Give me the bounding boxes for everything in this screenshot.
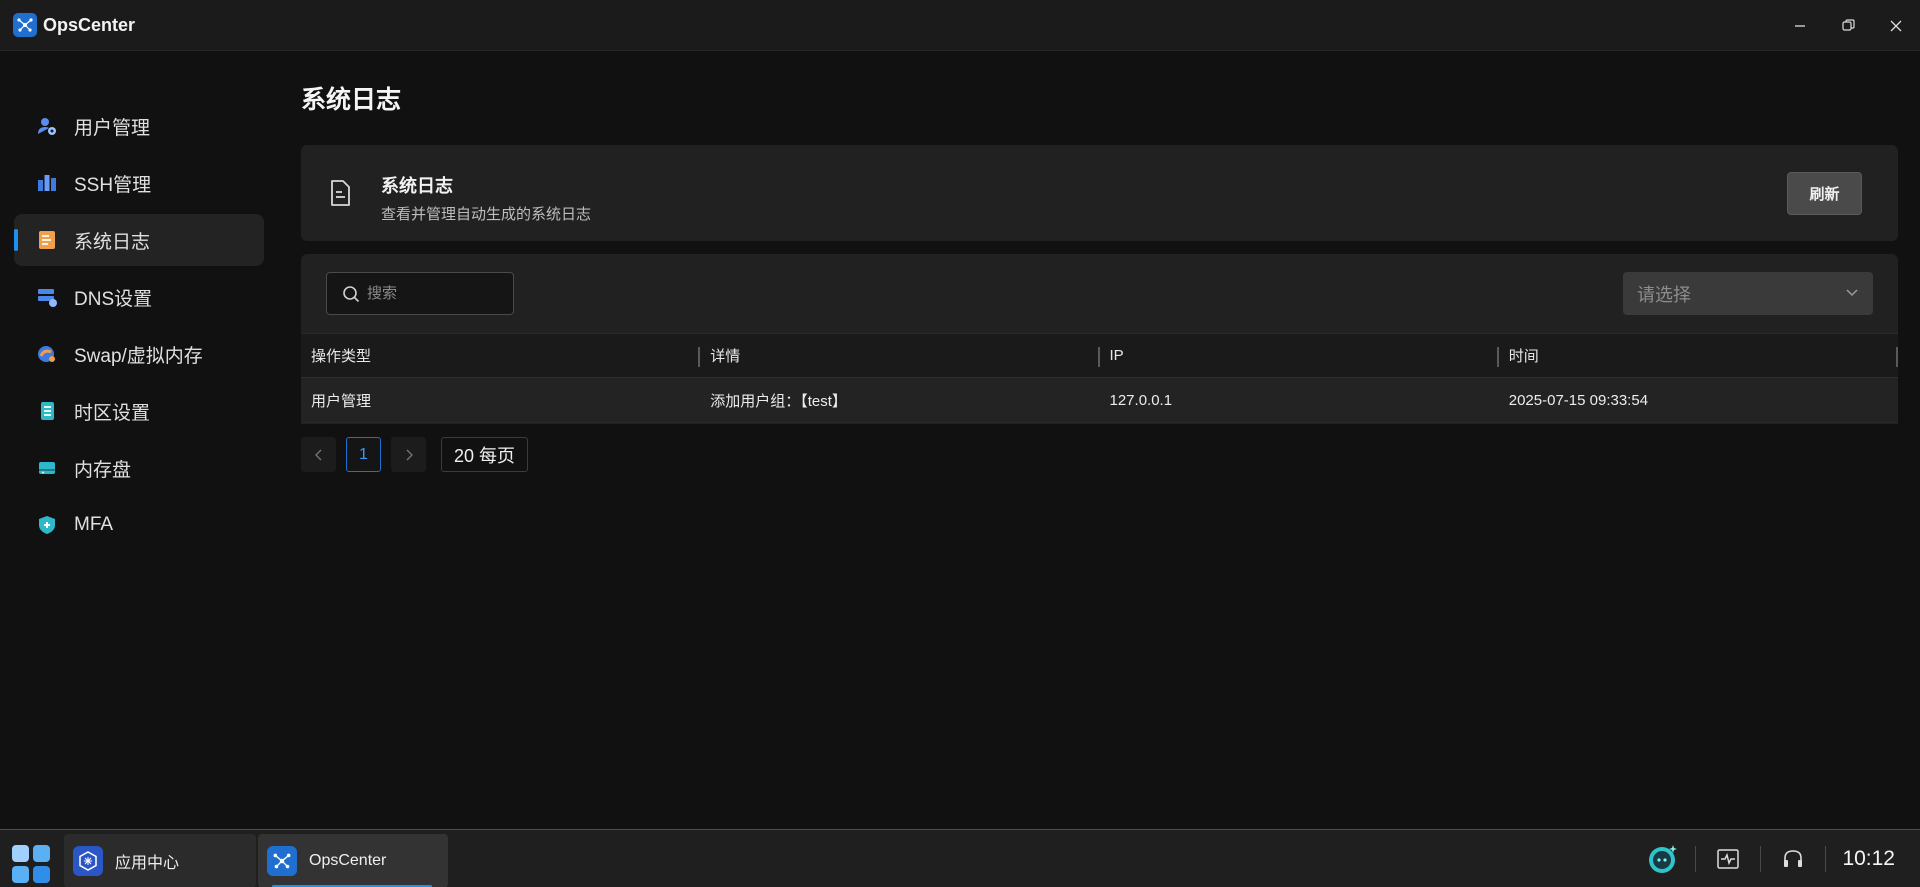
select-placeholder: 请选择 <box>1637 284 1691 305</box>
page-button-current[interactable]: 1 <box>346 437 381 472</box>
search-box[interactable] <box>326 272 514 315</box>
sidebar-item-label: Swap/虚拟内存 <box>74 345 203 367</box>
restore-button[interactable] <box>1824 0 1872 51</box>
dns-server-icon <box>36 286 58 308</box>
sidebar: 用户管理 SSH管理 系统日志 DNS设置 Swap/虚拟内存 时区设置 内存盘… <box>0 51 278 829</box>
taskbar-app-label: 应用中心 <box>115 855 180 872</box>
server-bars-icon <box>36 172 58 194</box>
taskbar: 应用中心 OpsCenter 10:12 <box>0 829 1920 887</box>
minimize-icon <box>1795 24 1805 27</box>
info-card: 系统日志 查看并管理自动生成的系统日志 刷新 <box>301 145 1898 241</box>
column-header-details[interactable]: 详情 <box>700 334 1100 377</box>
cell-time: 2025-07-15 09:33:54 <box>1508 391 1649 409</box>
timezone-icon <box>36 400 58 422</box>
start-menu-button[interactable] <box>12 845 50 883</box>
app-center-icon <box>73 846 103 876</box>
sidebar-item-label: 内存盘 <box>74 459 132 481</box>
prev-page-button[interactable] <box>301 437 336 472</box>
card-title: 系统日志 <box>381 176 453 196</box>
opscenter-icon <box>267 846 297 876</box>
assistant-robot-icon[interactable] <box>1643 839 1683 879</box>
card-description: 查看并管理自动生成的系统日志 <box>381 206 592 223</box>
title-bar: OpsCenter <box>0 0 1920 51</box>
system-tray: 10:12 <box>1637 830 1920 887</box>
sidebar-item-label: 时区设置 <box>74 402 151 424</box>
table-row[interactable]: 用户管理 添加用户组：【test】 127.0.0.1 2025-07-15 0… <box>301 378 1898 423</box>
page-title: 系统日志 <box>301 86 402 114</box>
document-icon <box>325 178 355 208</box>
sidebar-item-swap[interactable]: Swap/虚拟内存 <box>14 328 264 380</box>
next-page-button[interactable] <box>391 437 426 472</box>
column-header-time[interactable]: 时间 <box>1499 334 1899 377</box>
sidebar-item-label: MFA <box>74 514 114 535</box>
column-header-ip[interactable]: IP <box>1100 334 1500 377</box>
tray-divider <box>1825 846 1827 872</box>
search-input[interactable] <box>367 285 507 302</box>
filter-select[interactable]: 请选择 <box>1623 272 1873 315</box>
sidebar-item-user-management[interactable]: 用户管理 <box>14 100 264 152</box>
app-logo-icon <box>13 13 37 37</box>
window-controls <box>1776 0 1920 51</box>
clock[interactable]: 10:12 <box>1842 847 1895 871</box>
sidebar-item-ssh[interactable]: SSH管理 <box>14 157 264 209</box>
headset-icon[interactable] <box>1773 839 1813 879</box>
shield-icon <box>36 514 58 536</box>
sidebar-item-timezone[interactable]: 时区设置 <box>14 385 264 437</box>
minimize-button[interactable] <box>1776 0 1824 51</box>
chevron-left-icon <box>314 449 321 460</box>
sidebar-item-ram-disk[interactable]: 内存盘 <box>14 442 264 494</box>
taskbar-app-app-center[interactable]: 应用中心 <box>64 834 256 887</box>
sidebar-item-label: SSH管理 <box>74 174 152 196</box>
taskbar-app-opscenter[interactable]: OpsCenter <box>258 834 448 887</box>
sidebar-item-system-log[interactable]: 系统日志 <box>14 214 264 266</box>
monitor-activity-icon[interactable] <box>1708 839 1748 879</box>
restore-icon <box>1841 19 1855 31</box>
log-table: 操作类型 详情 IP 时间 用户管理 添加用户组：【test】 127.0.0.… <box>301 333 1899 423</box>
sidebar-item-label: 用户管理 <box>74 117 151 139</box>
sidebar-item-dns[interactable]: DNS设置 <box>14 271 264 323</box>
sidebar-item-label: DNS设置 <box>74 288 153 310</box>
close-button[interactable] <box>1872 0 1920 51</box>
refresh-button[interactable]: 刷新 <box>1787 172 1862 215</box>
swap-memory-icon <box>36 343 58 365</box>
taskbar-app-label: OpsCenter <box>309 852 387 869</box>
search-icon <box>341 284 361 304</box>
ram-disk-icon <box>36 457 58 479</box>
close-icon <box>1890 20 1902 31</box>
app-title: OpsCenter <box>43 14 136 35</box>
page-size-select[interactable]: 20 每页 <box>441 437 529 472</box>
pagination: 1 20 每页 <box>301 437 529 472</box>
cell-operation-type: 用户管理 <box>311 392 372 410</box>
chevron-down-icon <box>1845 283 1859 304</box>
sidebar-item-label: 系统日志 <box>74 231 151 253</box>
tray-divider <box>1760 846 1762 872</box>
table-header: 操作类型 详情 IP 时间 <box>301 333 1899 378</box>
sidebar-item-mfa[interactable]: MFA <box>14 499 264 551</box>
chevron-right-icon <box>406 449 413 460</box>
cell-details: 添加用户组：【test】 <box>710 392 847 410</box>
tray-divider <box>1695 846 1697 872</box>
log-book-icon <box>36 229 58 251</box>
user-gear-icon <box>36 115 58 137</box>
column-header-operation-type[interactable]: 操作类型 <box>301 334 701 377</box>
cell-ip: 127.0.0.1 <box>1109 391 1173 409</box>
